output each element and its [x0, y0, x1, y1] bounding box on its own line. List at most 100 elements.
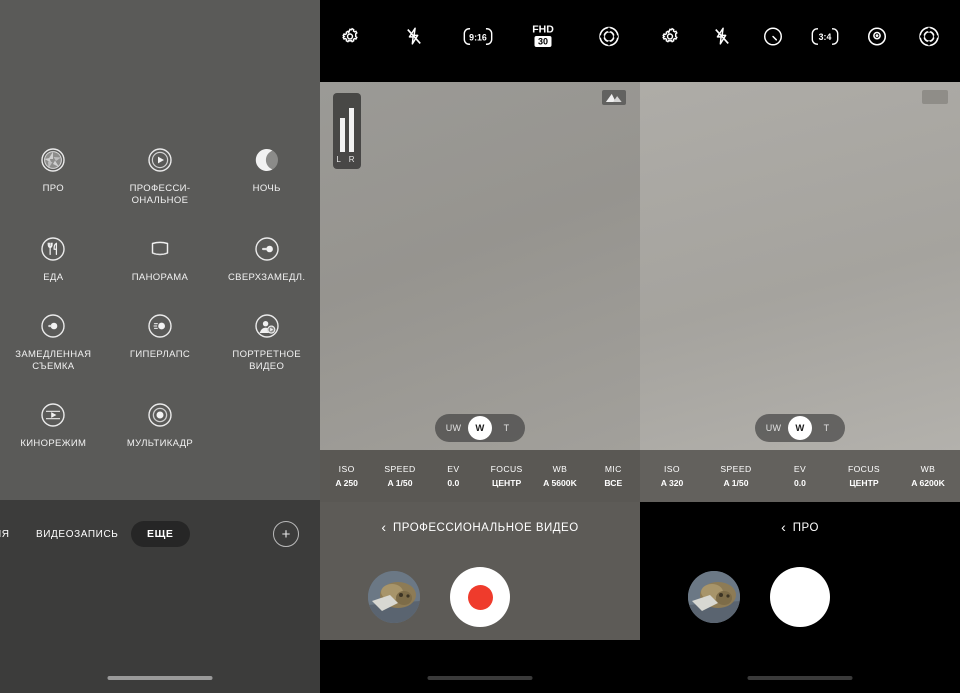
mode-item-hyperlapse[interactable]: ГИПЕРЛАПС	[107, 312, 214, 373]
mode-item-panorama[interactable]: ПАНОРАМА	[107, 235, 214, 284]
scene-optimizer-icon[interactable]	[922, 90, 948, 104]
mode-item-pro-video[interactable]: ПРОФЕССИ-ОНАЛЬНОЕ	[107, 146, 214, 207]
multi-frame-icon	[146, 401, 174, 429]
mode-tab-video[interactable]: ВИДЕОЗАПИСЬ	[36, 529, 118, 540]
viewfinder-pro-video[interactable]: L R UW W T	[320, 82, 640, 450]
add-mode-button[interactable]: +	[273, 521, 299, 547]
mode-title-pro-video[interactable]: ‹ ПРОФЕССИОНАЛЬНОЕ ВИДЕО	[320, 502, 640, 554]
panel-pro-video: 9:16 FHD 30 L R UW W T ISO A 250 SPEED A…	[320, 0, 640, 693]
pro-setting-key: MIC	[604, 464, 622, 474]
pro-setting-key: FOCUS	[490, 464, 523, 474]
mode-label: ПОРТРЕТНОЕ ВИДЕО	[232, 349, 301, 372]
pro-setting-speed[interactable]: SPEED A 1/50	[704, 464, 768, 488]
aperture-icon	[39, 146, 67, 174]
mode-title-text: ПРО	[792, 522, 819, 534]
pro-setting-iso[interactable]: ISO A 320	[640, 464, 704, 488]
flash-off-icon[interactable]	[711, 26, 733, 53]
mode-item-portrait-video[interactable]: ПОРТРЕТНОЕ ВИДЕО	[213, 312, 320, 373]
pro-setting-key: EV	[793, 464, 807, 474]
pro-setting-key: WB	[920, 464, 936, 474]
pro-setting-key: ISO	[663, 464, 680, 474]
back-chevron-icon[interactable]: ‹	[781, 520, 786, 534]
pro-setting-value: A 6200K	[911, 478, 945, 488]
pro-setting-focus[interactable]: FOCUS ЦЕНТР	[480, 464, 533, 488]
pro-setting-value: A 5600K	[543, 478, 577, 488]
nav-area-panel3	[640, 640, 960, 693]
mode-item-slow-motion[interactable]: ЗАМЕДЛЕННАЯ СЪЕМКА	[0, 312, 107, 373]
flash-off-icon[interactable]	[403, 26, 425, 53]
portrait-video-icon	[253, 312, 281, 340]
gear-icon[interactable]	[659, 26, 681, 53]
mode-tab-cut[interactable]: ИЯ	[0, 529, 10, 540]
pro-setting-key: FOCUS	[847, 464, 881, 474]
mode-label: ГИПЕРЛАПС	[129, 349, 191, 360]
camera-toolbar-pro-video: 9:16 FHD 30	[320, 0, 640, 82]
back-chevron-icon[interactable]: ‹	[381, 520, 386, 534]
mode-item-multi-frame[interactable]: МУЛЬТИКАДР	[107, 401, 214, 450]
zoom-option-uw[interactable]: UW	[444, 423, 463, 433]
slow-motion-icon	[39, 312, 67, 340]
audio-bar-left	[340, 118, 345, 152]
pro-setting-key: SPEED	[720, 464, 752, 474]
mode-title-pro-photo[interactable]: ‹ ПРО	[640, 502, 960, 554]
cinema-mode-icon	[39, 401, 67, 429]
zoom-option-t[interactable]: T	[817, 423, 836, 433]
pro-setting-key: ISO	[338, 464, 355, 474]
pro-setting-ev[interactable]: EV 0.0	[768, 464, 832, 488]
record-dot-icon	[467, 584, 493, 610]
zoom-option-t[interactable]: T	[497, 423, 516, 433]
gallery-thumbnail[interactable]	[688, 571, 740, 623]
mode-title-text: ПРОФЕССИОНАЛЬНОЕ ВИДЕО	[393, 522, 579, 534]
zoom-option-w[interactable]: W	[468, 416, 492, 440]
home-indicator	[107, 676, 213, 680]
filter-icon[interactable]	[598, 25, 621, 53]
pro-setting-value: ЦЕНТР	[492, 478, 522, 488]
timer-icon[interactable]	[762, 26, 784, 53]
pro-settings-bar-photo: ISO A 320 SPEED A 1/50 EV 0.0 FOCUS ЦЕНТ…	[640, 450, 960, 502]
mode-label: ЕДА	[43, 272, 64, 283]
mode-item-pro[interactable]: ПРО	[0, 146, 107, 207]
pro-setting-value: 0.0	[794, 478, 806, 488]
zoom-selector-pro-video[interactable]: UW W T	[435, 414, 525, 442]
scene-optimizer-icon[interactable]	[602, 90, 626, 105]
mode-label: КИНОРЕЖИМ	[20, 438, 87, 449]
pro-setting-value: A 320	[660, 478, 684, 488]
zoom-option-uw[interactable]: UW	[764, 423, 783, 433]
zoom-option-w[interactable]: W	[788, 416, 812, 440]
mode-selector-bar: ИЯ ВИДЕОЗАПИСЬ ЕЩЕ +	[0, 514, 320, 554]
zoom-selector-pro-photo[interactable]: UW W T	[755, 414, 845, 442]
filter-icon[interactable]	[918, 25, 941, 53]
pro-setting-wb[interactable]: WB A 5600K	[533, 464, 586, 488]
pro-setting-key: EV	[447, 464, 460, 474]
mode-item-food[interactable]: ЕДА	[0, 235, 107, 284]
audio-bar-right	[349, 108, 354, 152]
mode-item-night[interactable]: НОЧЬ	[213, 146, 320, 207]
gear-icon[interactable]	[339, 26, 361, 53]
resolution-icon[interactable]: FHD 30	[526, 22, 560, 57]
pro-setting-iso[interactable]: ISO A 250	[320, 464, 373, 488]
pro-settings-bar-video: ISO A 250 SPEED A 1/50 EV 0.0 FOCUS ЦЕНТ…	[320, 450, 640, 502]
pro-setting-value: ВСЕ	[604, 478, 623, 488]
mode-tab-more[interactable]: ЕЩЕ	[131, 521, 190, 547]
pro-setting-mic[interactable]: MIC ВСЕ	[587, 464, 640, 488]
mode-item-cinema[interactable]: КИНОРЕЖИМ	[0, 401, 107, 450]
audio-level-meter: L R	[333, 93, 361, 169]
pro-setting-value: A 1/50	[387, 478, 413, 488]
pro-setting-speed[interactable]: SPEED A 1/50	[373, 464, 426, 488]
shutter-button[interactable]	[770, 567, 830, 627]
bottom-bar-panel1: ИЯ ВИДЕОЗАПИСЬ ЕЩЕ +	[0, 500, 320, 693]
mode-label: ПРОФЕССИ-ОНАЛЬНОЕ	[129, 183, 191, 206]
pro-setting-wb[interactable]: WB A 6200K	[896, 464, 960, 488]
pro-setting-value: A 1/50	[723, 478, 749, 488]
pro-setting-focus[interactable]: FOCUS ЦЕНТР	[832, 464, 896, 488]
aspect-ratio-icon[interactable]: 3:4	[811, 26, 839, 52]
mode-label: НОЧЬ	[252, 183, 281, 194]
viewfinder-pro-photo[interactable]: UW W T	[640, 82, 960, 450]
gallery-thumbnail[interactable]	[368, 571, 420, 623]
mode-item-super-slow-motion[interactable]: СВЕРХЗАМЕДЛ.	[213, 235, 320, 284]
audio-meter-label: L R	[336, 155, 358, 164]
metering-icon[interactable]	[866, 26, 888, 53]
record-button[interactable]	[450, 567, 510, 627]
aspect-ratio-icon[interactable]: 9:16	[463, 26, 493, 52]
pro-setting-ev[interactable]: EV 0.0	[427, 464, 480, 488]
